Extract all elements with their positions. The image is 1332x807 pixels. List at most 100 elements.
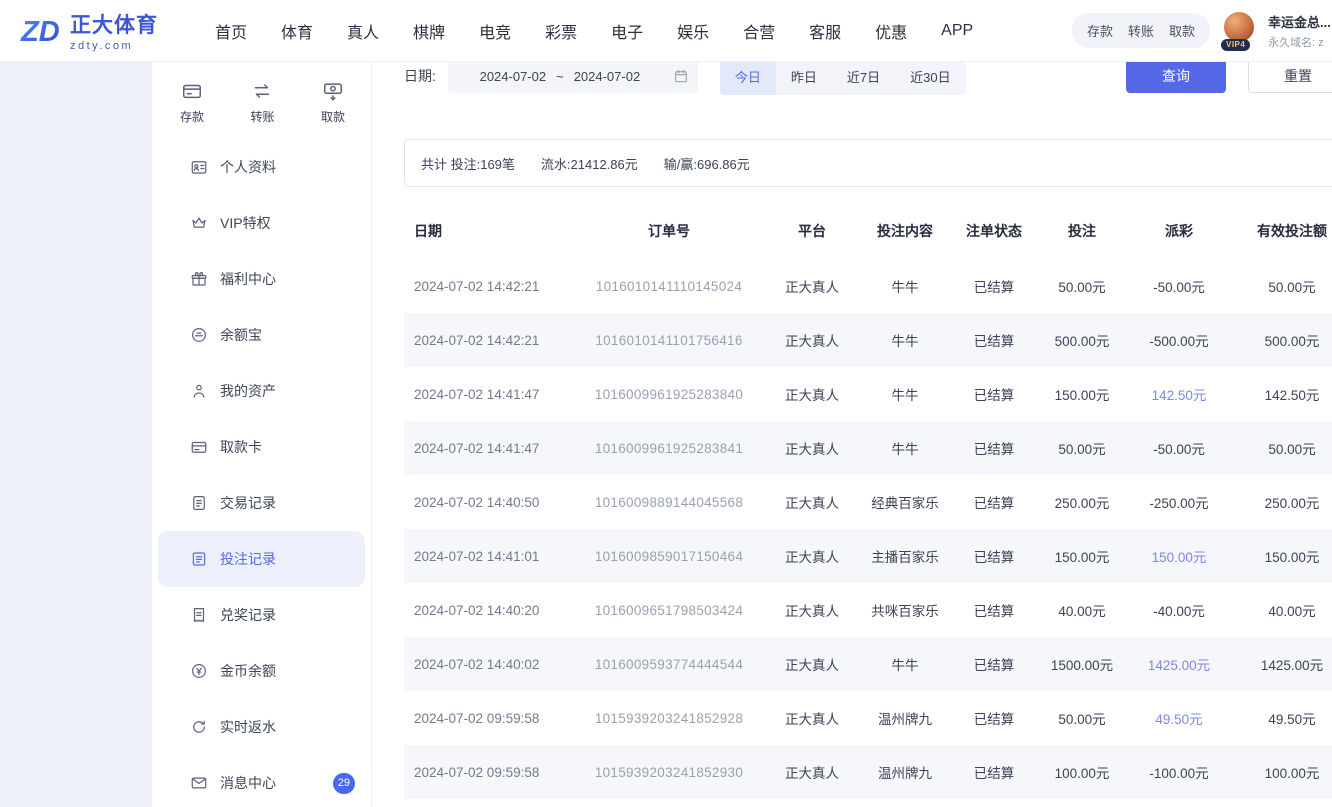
summary-item: 共计 投注:169笔 [421,154,515,173]
col-bet-content: 投注内容 [860,221,950,241]
cell-valid-amount: 100.00元 [1232,762,1332,782]
table-row[interactable]: 2024-07-02 09:59:58 1015939203241852930 … [404,745,1332,799]
sidebar-item-profile[interactable]: 个人资料 [152,139,371,195]
yuan-coin-icon [190,662,208,680]
sidebar-item-label: 实时返水 [220,717,276,737]
nav-item[interactable]: 真人 [347,19,379,43]
table-row[interactable]: 2024-07-02 14:41:47 1016009961925283840 … [404,367,1332,421]
avatar[interactable]: VIP4 [1222,10,1256,52]
cell-status: 已结算 [950,438,1038,458]
nav-item[interactable]: 客服 [809,19,841,43]
quick-range-button[interactable]: 昨日 [776,62,832,95]
sidebar-item-welfare[interactable]: 福利中心 [152,251,371,307]
cell-platform: 正大真人 [764,708,860,728]
nav-item[interactable]: 优惠 [875,19,907,43]
reset-button[interactable]: 重置 [1248,62,1332,93]
brand-logo-icon: ZD [20,12,66,50]
quick-action-withdraw[interactable]: 取款 [321,80,345,125]
sidebar-item-label: 金币余额 [220,661,276,681]
wallet-link[interactable]: 取款 [1169,21,1195,40]
cell-bet-content: 共咪百家乐 [860,600,950,620]
nav-item[interactable]: 首页 [215,19,247,43]
cell-valid-amount: 1425.00元 [1232,654,1332,674]
nav-item[interactable]: 电子 [611,19,643,43]
date-range-picker[interactable]: 2024-07-02 ~ 2024-07-02 [448,62,698,93]
cell-platform: 正大真人 [764,600,860,620]
sidebar-item-label: 投注记录 [220,549,276,569]
sidebar-item-messages[interactable]: 消息中心 29 [152,755,371,807]
transfer-icon [251,80,273,102]
main-content: 日期: 2024-07-02 ~ 2024-07-02 今日昨日近7日近30日 … [372,62,1332,807]
cell-order-number: 1016009593774444544 [574,657,764,672]
quick-range-button[interactable]: 今日 [720,62,776,95]
summary-item: 流水:21412.86元 [541,154,638,173]
sidebar-item-transactions[interactable]: 交易记录 [152,475,371,531]
cell-status: 已结算 [950,276,1038,296]
cell-status: 已结算 [950,384,1038,404]
profile-icon [190,158,208,176]
gift-icon [190,270,208,288]
cell-valid-amount: 50.00元 [1232,276,1332,296]
coin-icon [190,326,208,344]
cell-valid-amount: 142.50元 [1232,384,1332,404]
sidebar-item-label: VIP特权 [220,213,271,233]
cell-date: 2024-07-02 14:41:47 [404,441,574,456]
quick-range-button[interactable]: 近7日 [832,62,895,95]
cell-order-number: 1015939203241852930 [574,765,764,780]
nav-item[interactable]: 合营 [743,19,775,43]
withdraw-icon [322,80,344,102]
cell-bet-amount: 100.00元 [1038,762,1126,782]
sidebar-item-redeem-records[interactable]: 兑奖记录 [152,587,371,643]
sidebar-item-vip[interactable]: VIP特权 [152,195,371,251]
cell-date: 2024-07-02 09:59:58 [404,711,574,726]
sidebar-item-label: 我的资产 [220,381,276,401]
cell-status: 已结算 [950,654,1038,674]
table-row[interactable]: 2024-07-02 14:42:21 1016010141101756416 … [404,313,1332,367]
cell-date: 2024-07-02 14:40:50 [404,495,574,510]
vip-badge: VIP4 [1221,39,1250,51]
quick-range-button[interactable]: 近30日 [895,62,965,95]
nav-item[interactable]: 彩票 [545,19,577,43]
wallet-link[interactable]: 转账 [1128,21,1154,40]
quick-action-deposit[interactable]: 存款 [180,80,204,125]
cell-order-number: 1015939203241852928 [574,711,764,726]
nav-item[interactable]: 棋牌 [413,19,445,43]
avatar-image [1224,12,1254,42]
brand-logo[interactable]: ZD 正大体育 zdty.com [20,9,215,52]
nav-item[interactable]: APP [941,22,973,40]
cell-platform: 正大真人 [764,384,860,404]
cell-payout: 150.00元 [1126,546,1232,566]
nav-item[interactable]: 电竞 [479,19,511,43]
table-row[interactable]: 2024-07-02 14:40:20 1016009651798503424 … [404,583,1332,637]
table-row[interactable]: 2024-07-02 14:40:50 1016009889144045568 … [404,475,1332,529]
sidebar-item-withdraw-card[interactable]: 取款卡 [152,419,371,475]
sidebar-item-gold-balance[interactable]: 金币余额 [152,643,371,699]
cell-payout: 1425.00元 [1126,654,1232,674]
cell-bet-content: 温州牌九 [860,762,950,782]
cell-platform: 正大真人 [764,654,860,674]
permanent-domain-note: 永久域名: z [1268,34,1332,50]
cell-payout: -50.00元 [1126,276,1232,296]
sidebar-item-yuebao[interactable]: 余额宝 [152,307,371,363]
nav-item[interactable]: 娱乐 [677,19,709,43]
date-to-value: 2024-07-02 [574,69,641,84]
cell-order-number: 1016009859017150464 [574,549,764,564]
table-row[interactable]: 2024-07-02 14:41:47 1016009961925283841 … [404,421,1332,475]
quick-action-transfer[interactable]: 转账 [250,80,274,125]
sidebar-item-rebate[interactable]: 实时返水 [152,699,371,755]
table-row[interactable]: 2024-07-02 14:42:21 1016010141110145024 … [404,259,1332,313]
sidebar-item-assets[interactable]: 我的资产 [152,363,371,419]
date-range-separator: ~ [556,69,564,84]
receipt-icon [190,606,208,624]
deposit-icon [181,80,203,102]
sidebar-item-bet-records[interactable]: 投注记录 [158,531,365,587]
nav-item[interactable]: 体育 [281,19,313,43]
table-row[interactable]: 2024-07-02 09:59:58 1015939203241852928 … [404,691,1332,745]
cell-bet-content: 牛牛 [860,276,950,296]
table-row[interactable]: 2024-07-02 14:41:01 1016009859017150464 … [404,529,1332,583]
cell-bet-amount: 150.00元 [1038,384,1126,404]
table-row[interactable]: 2024-07-02 14:40:02 1016009593774444544 … [404,637,1332,691]
sidebar-menu: 个人资料 VIP特权 福利中心 余额宝 我的资产 取款卡 [152,139,371,807]
wallet-link[interactable]: 存款 [1087,21,1113,40]
query-button[interactable]: 查询 [1126,62,1226,93]
